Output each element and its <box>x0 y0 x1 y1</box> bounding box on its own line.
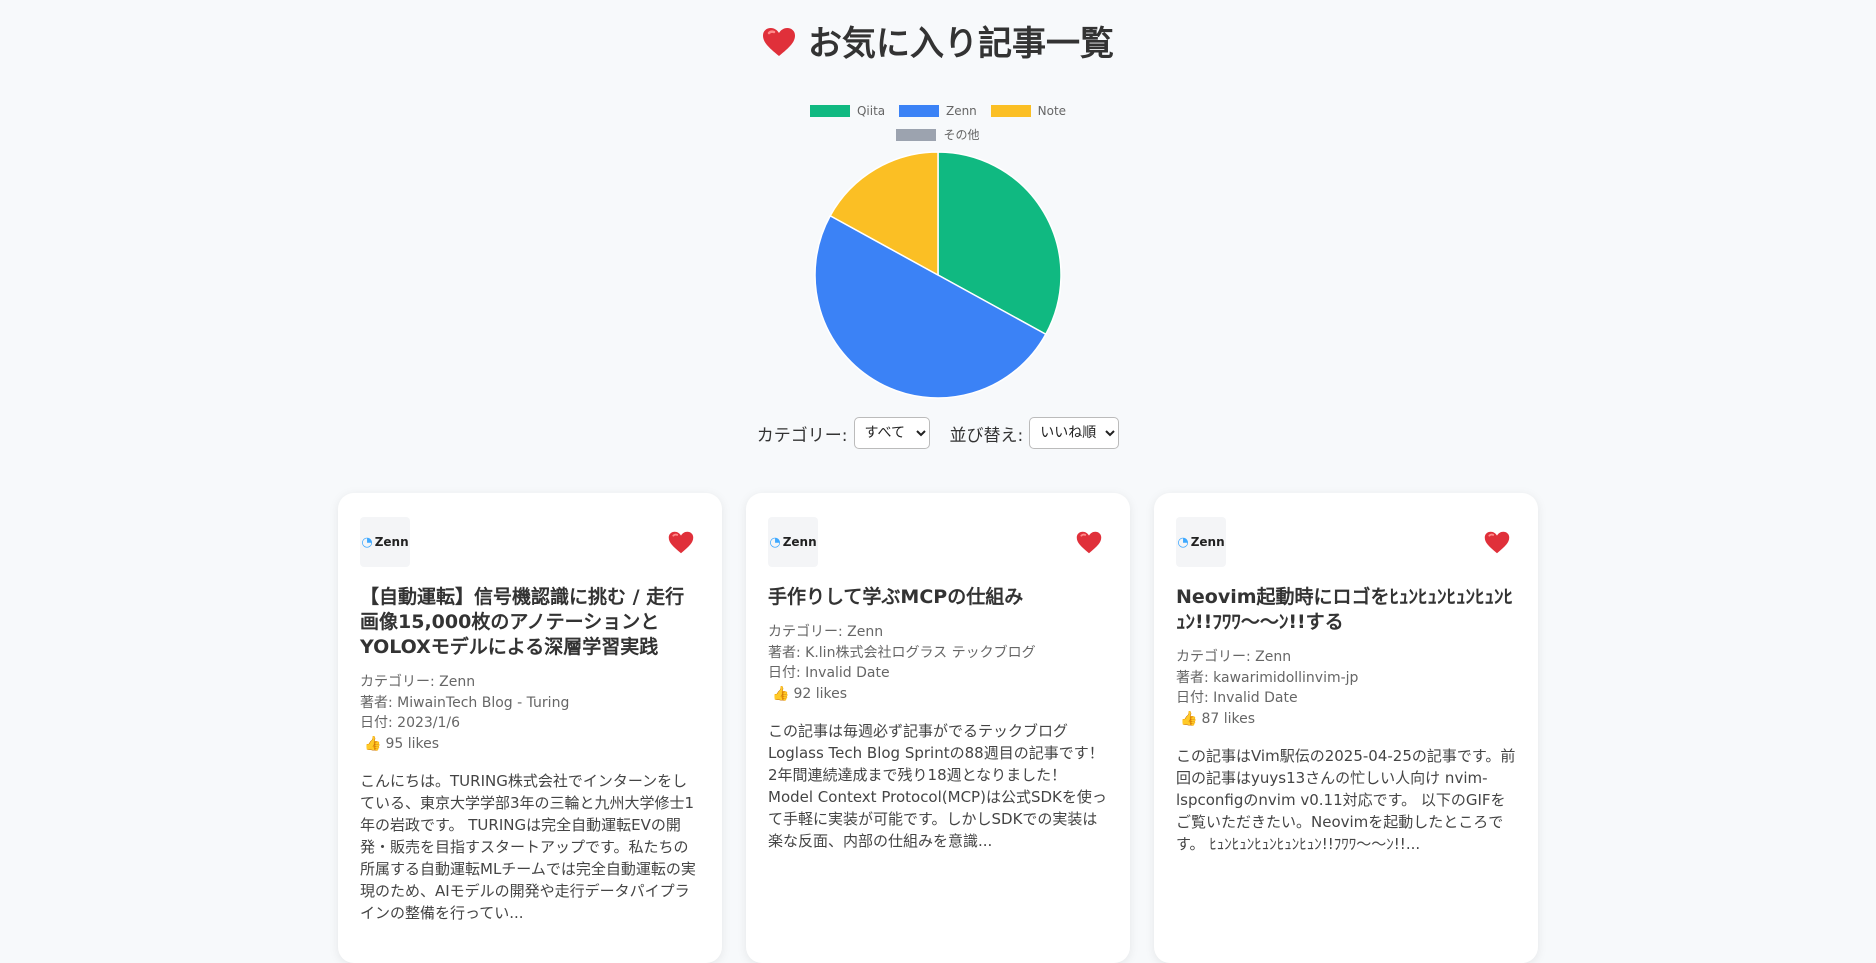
legend-item-other[interactable]: その他 <box>896 126 980 143</box>
thumbs-up-icon: 👍 <box>772 685 790 702</box>
article-meta: カテゴリー: Zenn 著者: kawarimidollinvim-jp 日付:… <box>1176 647 1516 729</box>
page-title-text: お気に入り記事一覧 <box>808 24 1114 64</box>
article-likes: 👍 87 likes <box>1176 709 1516 730</box>
legend-label-zenn: Zenn <box>945 104 977 118</box>
zenn-logo: ◔ Zenn <box>768 517 818 567</box>
article-category: カテゴリー: Zenn <box>1176 649 1292 665</box>
article-title[interactable]: 【自動運転】信号機認識に挑む / 走行画像15,000枚のアノテーションとYOL… <box>360 585 700 660</box>
legend-label-note: Note <box>1037 104 1067 118</box>
article-author: 著者: kawarimidollinvim-jp <box>1176 669 1359 686</box>
article-date: 日付: Invalid Date <box>1176 690 1298 706</box>
legend-item-zenn[interactable]: Zenn <box>898 104 977 118</box>
chart-legend-row-2: その他 <box>0 126 1876 144</box>
favorite-heart-icon[interactable] <box>1076 531 1102 558</box>
article-description: この記事はVim駅伝の2025-04-25の記事です。前回の記事はyuys13さ… <box>1176 747 1516 853</box>
category-pie-chart <box>814 151 1062 399</box>
legend-item-note[interactable]: Note <box>990 104 1067 118</box>
category-filter-label: カテゴリー: <box>756 425 848 446</box>
article-category: カテゴリー: Zenn <box>360 674 476 690</box>
favorite-heart-icon[interactable] <box>1484 531 1510 558</box>
article-author: 著者: MiwainTech Blog - Turing <box>360 694 570 711</box>
article-date: 日付: 2023/1/6 <box>360 715 461 731</box>
article-author: 著者: K.lin株式会社ログラス テックブログ <box>768 644 1036 661</box>
legend-label-qiita: Qiita <box>856 104 886 118</box>
article-meta: カテゴリー: Zenn 著者: K.lin株式会社ログラス テックブログ 日付:… <box>768 622 1108 704</box>
legend-swatch-zenn <box>898 105 939 117</box>
article-card[interactable]: ◔ Zenn 【自動運転】信号機認識に挑む / 走行画像15,000枚のアノテーシ… <box>338 493 722 963</box>
likes-count: 92 likes <box>793 685 847 702</box>
thumbs-up-icon: 👍 <box>1180 710 1198 727</box>
article-card[interactable]: ◔ Zenn Neovim起動時にロゴをﾋｭﾝﾋｭﾝﾋｭﾝﾋｭﾝﾋｭﾝ!!ﾌﾜﾜ～… <box>1154 493 1538 963</box>
chart-legend-row-1: Qiita Zenn Note <box>0 104 1876 120</box>
article-title[interactable]: Neovim起動時にロゴをﾋｭﾝﾋｭﾝﾋｭﾝﾋｭﾝﾋｭﾝ!!ﾌﾜﾜ～～ﾝ!!する <box>1176 585 1516 635</box>
article-description: この記事は毎週必ず記事がでるテックブログ Loglass Tech Blog S… <box>768 722 1107 850</box>
article-likes: 👍 95 likes <box>360 734 700 755</box>
filter-bar: カテゴリー: すべて 並び替え: いいね順 <box>0 417 1876 449</box>
legend-swatch-other <box>896 128 937 141</box>
article-title[interactable]: 手作りして学ぶMCPの仕組み <box>768 585 1108 610</box>
legend-swatch-note <box>990 105 1031 117</box>
page-title: お気に入り記事一覧 <box>0 22 1876 68</box>
article-date: 日付: Invalid Date <box>768 665 890 681</box>
legend-item-qiita[interactable]: Qiita <box>809 104 886 118</box>
article-meta: カテゴリー: Zenn 著者: MiwainTech Blog - Turing… <box>360 672 700 754</box>
thumbs-up-icon: 👍 <box>364 735 382 752</box>
category-select[interactable]: すべて <box>853 417 930 449</box>
legend-label-other: その他 <box>943 128 980 142</box>
article-likes: 👍 92 likes <box>768 684 1108 705</box>
likes-count: 87 likes <box>1201 710 1255 727</box>
heart-icon <box>762 24 796 68</box>
article-category: カテゴリー: Zenn <box>768 624 884 640</box>
zenn-logo: ◔ Zenn <box>1176 517 1226 567</box>
sort-label: 並び替え: <box>949 425 1024 446</box>
article-description: こんにちは。TURING株式会社でインターンをしている、東京大学学部3年の三輪と… <box>360 772 696 922</box>
likes-count: 95 likes <box>385 735 439 752</box>
article-card[interactable]: ◔ Zenn 手作りして学ぶMCPの仕組み カテゴリー: Zenn 著者: K.l… <box>746 493 1130 963</box>
sort-select[interactable]: いいね順 <box>1029 417 1120 449</box>
zenn-logo: ◔ Zenn <box>360 517 410 567</box>
legend-swatch-qiita <box>809 105 850 117</box>
favorite-heart-icon[interactable] <box>668 531 694 558</box>
